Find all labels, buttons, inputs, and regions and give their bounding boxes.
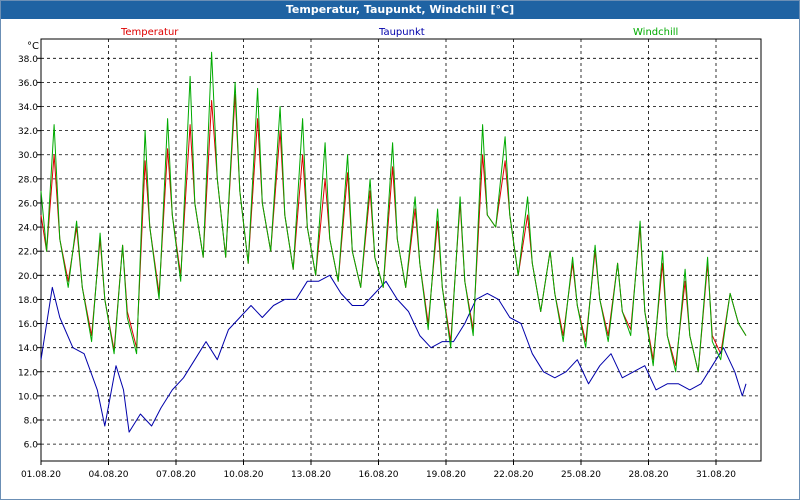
y-tick-label: 20.0: [18, 272, 38, 282]
x-tick-label: 10.08.20: [223, 470, 263, 480]
y-tick-label: 34.0: [18, 103, 38, 113]
x-tick-label: 16.08.20: [358, 470, 398, 480]
legend-temperatur: Temperatur: [120, 27, 179, 38]
legend-windchill: Windchill: [633, 27, 678, 38]
y-tick-label: 36.0: [18, 79, 38, 89]
x-tick-label: 07.08.20: [156, 470, 196, 480]
y-tick-label: 12.0: [18, 368, 38, 378]
y-tick-label: 28.0: [18, 175, 38, 185]
y-tick-label: 14.0: [18, 344, 38, 354]
x-tick-label: 25.08.20: [561, 470, 601, 480]
x-tick-label: 04.08.20: [88, 470, 128, 480]
plot-area: [40, 38, 762, 462]
chart: 6.0 8.0 10.0 12.0 14.0 16.0 18.0 20.0 22.0 24.0 26…: [18, 27, 762, 480]
x-tick-label: 13.08.20: [291, 470, 331, 480]
x-axis: 01.08.20 04.08.20 07.08.20 10.08.20 13.08.20…: [21, 461, 736, 480]
x-tick-label: 22.08.20: [493, 470, 533, 480]
y-tick-label: 10.0: [18, 392, 38, 402]
y-tick-label: 16.0: [18, 320, 38, 330]
y-tick-label: 8.0: [24, 417, 39, 427]
y-tick-label: 26.0: [18, 199, 38, 209]
y-tick-label: 38.0: [18, 55, 38, 65]
x-tick-label: 19.08.20: [426, 470, 466, 480]
y-tick-label: 18.0: [18, 296, 38, 306]
x-tick-label: 01.08.20: [21, 470, 61, 480]
legend-taupunkt: Taupunkt: [378, 27, 425, 38]
y-tick-label: 6.0: [24, 441, 39, 451]
x-tick-label: 31.08.20: [696, 470, 736, 480]
chart-window: Temperatur, Taupunkt, Windchill [°C] 6.0…: [0, 0, 800, 500]
y-tick-label: 32.0: [18, 127, 38, 137]
y-tick-label: 22.0: [18, 248, 38, 258]
y-axis: 6.0 8.0 10.0 12.0 14.0 16.0 18.0 20.0 22.0 24.0 26…: [18, 55, 41, 451]
y-tick-label: 30.0: [18, 151, 38, 161]
y-tick-label: 24.0: [18, 224, 38, 234]
window-title: Temperatur, Taupunkt, Windchill [°C]: [1, 1, 799, 19]
x-tick-label: 28.08.20: [628, 470, 668, 480]
y-axis-label: °C: [27, 41, 39, 52]
